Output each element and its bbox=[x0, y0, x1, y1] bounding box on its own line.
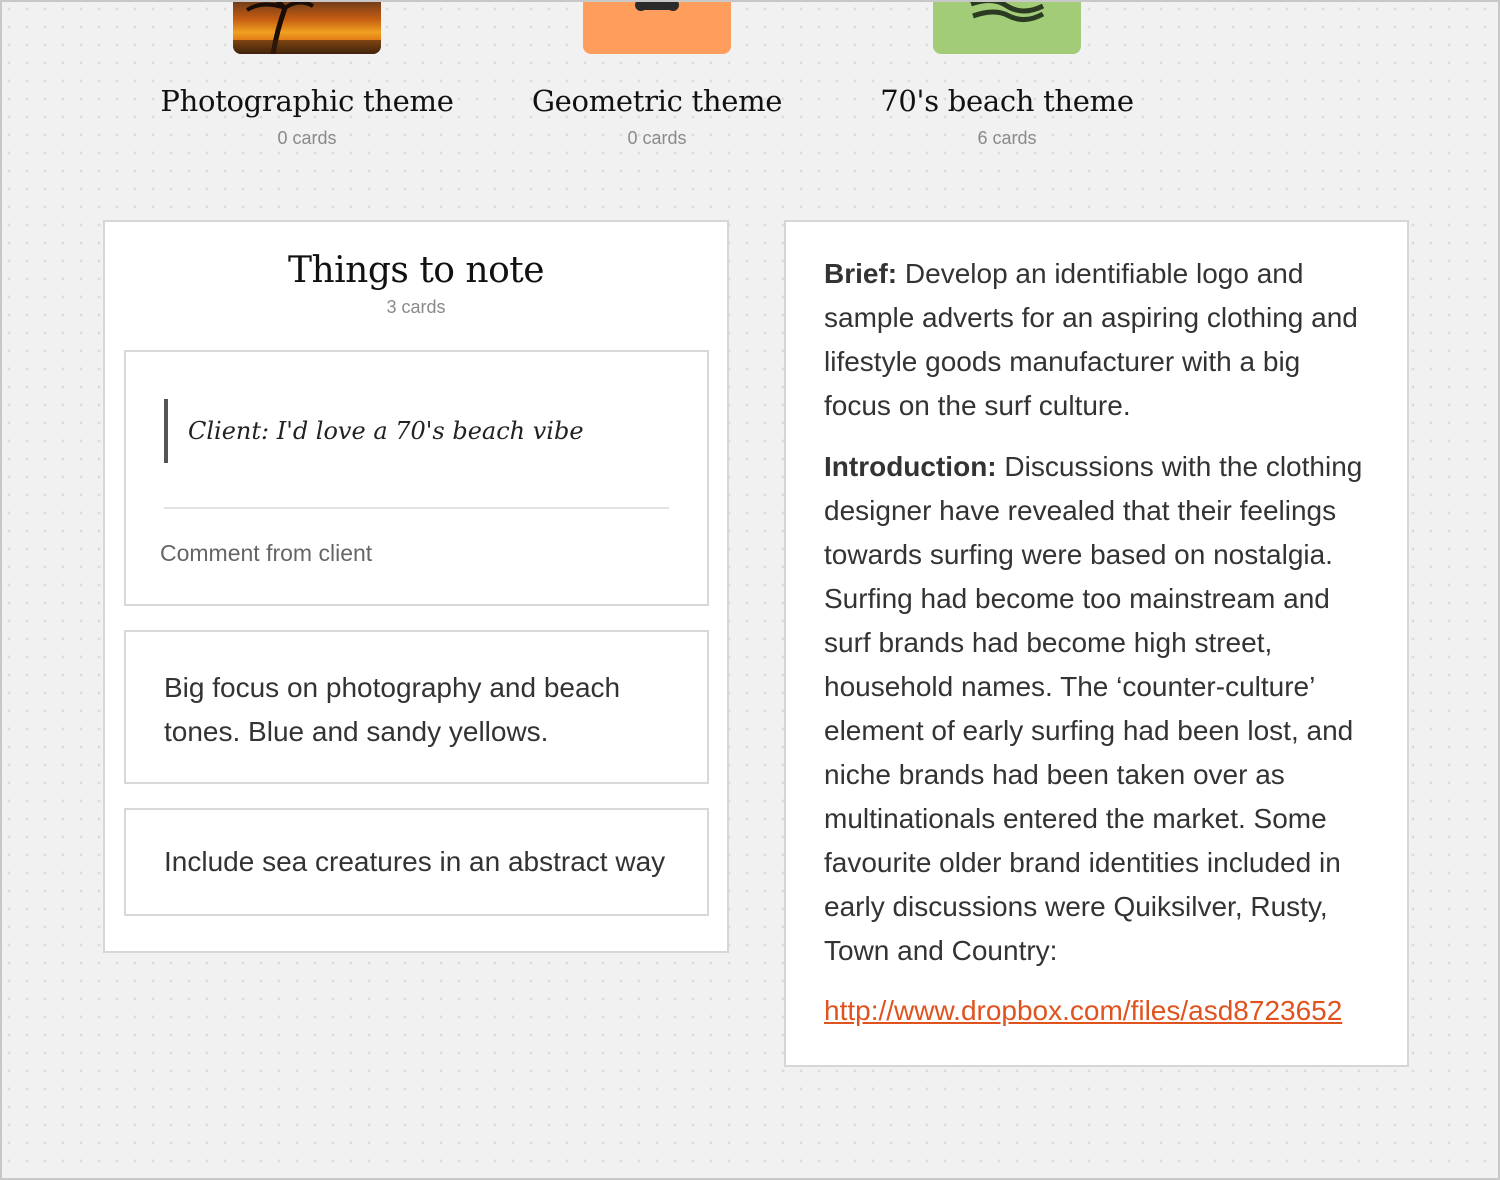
board-card-count: 6 cards bbox=[977, 128, 1037, 148]
things-to-note-panel: Things to note 3 cards Client: I'd love … bbox=[103, 220, 729, 953]
brief-text: Develop an identifiable logo and sample … bbox=[824, 258, 1358, 421]
beach-thumbnail bbox=[933, 0, 1081, 54]
card-text: Include sea creatures in an abstract way bbox=[164, 846, 666, 877]
card-text: Big focus on photography and beach tones… bbox=[164, 672, 621, 747]
board-title: Geometric theme bbox=[531, 84, 783, 118]
panel-title: Things to note bbox=[287, 250, 545, 291]
card-caption: Comment from client bbox=[160, 540, 373, 566]
board-title: 70's beach theme bbox=[880, 84, 1134, 118]
board-photographic-theme[interactable]: Photographic theme 0 cards bbox=[137, 0, 477, 149]
dropbox-link[interactable]: http://www.dropbox.com/files/asd8723652 bbox=[824, 989, 1369, 1033]
introduction-text: Discussions with the clothing designer h… bbox=[824, 451, 1363, 966]
introduction-paragraph: Introduction: Discussions with the cloth… bbox=[824, 445, 1369, 973]
geometric-icon bbox=[635, 0, 679, 11]
geometric-thumbnail bbox=[583, 0, 731, 54]
palm-tree-icon bbox=[233, 0, 381, 54]
sunset-palm-thumbnail bbox=[233, 0, 381, 54]
board-title: Photographic theme bbox=[160, 84, 454, 118]
board-card-count: 0 cards bbox=[627, 128, 687, 148]
note-card-client-quote[interactable]: Client: I'd love a 70's beach vibe Comme… bbox=[124, 350, 709, 606]
card-divider bbox=[164, 507, 669, 509]
wave-icon bbox=[970, 0, 1045, 22]
board-card-count: 0 cards bbox=[277, 128, 337, 148]
brief-card[interactable]: Brief: Develop an identifiable logo and … bbox=[784, 220, 1409, 1067]
board-70s-beach-theme[interactable]: 70's beach theme 6 cards bbox=[837, 0, 1177, 149]
brief-label: Brief: bbox=[824, 258, 898, 289]
client-quote: Client: I'd love a 70's beach vibe bbox=[164, 399, 664, 463]
note-card-photography[interactable]: Big focus on photography and beach tones… bbox=[124, 630, 709, 784]
quote-text: Client: I'd love a 70's beach vibe bbox=[188, 417, 584, 445]
brief-paragraph: Brief: Develop an identifiable logo and … bbox=[824, 252, 1369, 428]
board-geometric-theme[interactable]: Geometric theme 0 cards bbox=[487, 0, 827, 149]
note-card-sea-creatures[interactable]: Include sea creatures in an abstract way bbox=[124, 808, 709, 916]
introduction-label: Introduction: bbox=[824, 451, 997, 482]
panel-card-count: 3 cards bbox=[386, 297, 446, 317]
